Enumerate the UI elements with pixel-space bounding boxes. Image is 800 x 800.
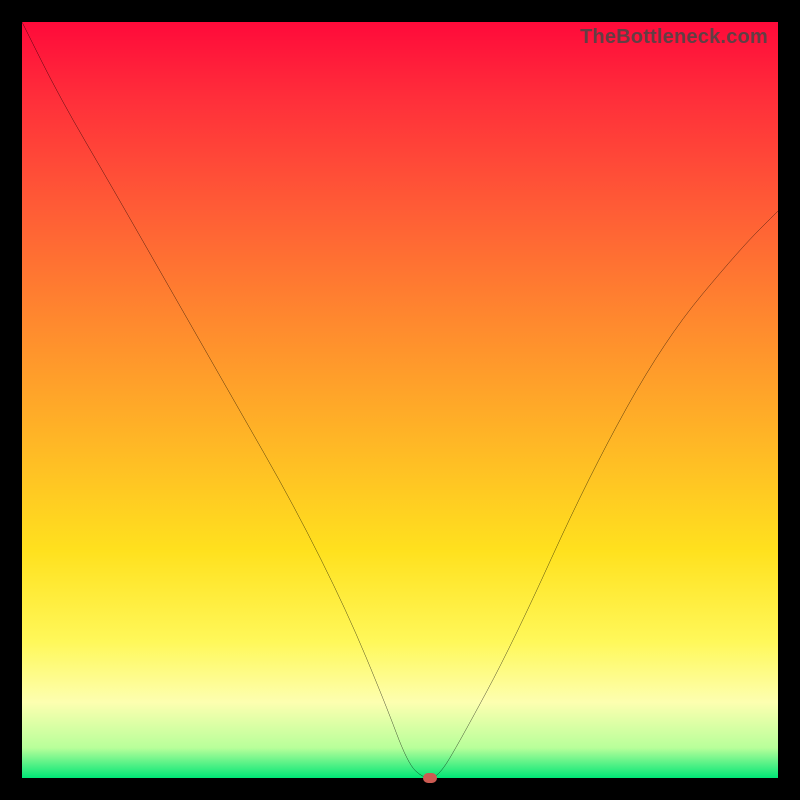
curve-svg [22, 22, 778, 778]
chart-frame: TheBottleneck.com [0, 0, 800, 800]
bottleneck-curve-path [22, 22, 778, 778]
plot-area: TheBottleneck.com [22, 22, 778, 778]
minimum-marker [423, 773, 437, 783]
